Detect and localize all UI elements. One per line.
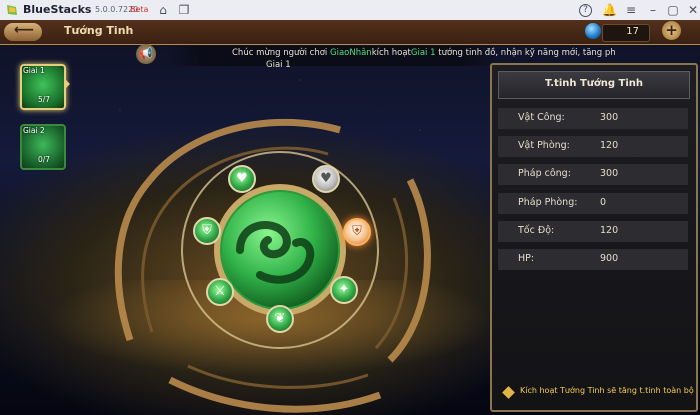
stat-row: Pháp công: 300 [498,164,688,185]
stat-value: 0 [600,197,607,208]
app-channel: Beta [130,5,149,14]
back-arrow-icon: ⟵ [14,22,35,38]
stat-value: 900 [600,253,619,264]
stat-row: Vật Công: 300 [498,108,688,129]
minimize-icon[interactable]: – [646,3,660,17]
tier-label: Giai 1 [23,66,45,75]
stat-value: 120 [600,140,619,151]
stat-label: Pháp Phòng: [518,197,578,208]
bluestacks-logo-icon [7,5,17,15]
multi-instance-icon[interactable]: ❐ [177,3,191,17]
notification-icon[interactable]: 🔔 [602,3,617,17]
stat-value: 300 [600,168,619,179]
stat-label: Pháp công: [518,168,571,179]
constellation-node-3[interactable]: ⛨ [343,218,371,246]
stat-label: Vật Phòng: [518,140,570,151]
stat-label: Vật Công: [518,112,565,123]
constellation-node-5[interactable]: ❦ [266,305,294,333]
tier-progress: 0/7 [38,155,51,164]
tier-progress: 5/7 [38,95,51,104]
constellation-node-4[interactable]: ✦ [330,276,358,304]
notice-text: Chúc mừng người chơi GiaoNhânkích hoạtGi… [232,48,616,58]
stat-value: 120 [600,225,619,236]
constellation-node-2[interactable]: ♥ [312,165,340,193]
stat-row: Tốc Độ: 120 [498,221,688,242]
bluestacks-titlebar: BlueStacks 5.0.0.7220 Beta ⌂ ❐ ? 🔔 ≡ – ▢… [0,0,700,21]
currency-value: 17 [626,26,639,37]
stat-value: 300 [600,112,619,123]
currency-display: 17 [602,24,650,42]
app-title: BlueStacks [23,3,92,16]
panel-title-bar: T.tinh Tướng Tinh [498,71,690,99]
megaphone-icon: 📢 [136,44,156,64]
constellation-node-7[interactable]: ⛨ [193,217,221,245]
tier-label: Giai 2 [23,126,45,135]
stats-panel: T.tinh Tướng Tinh Vật Công: 300 Vật Phòn… [490,63,698,412]
panel-title: T.tinh Tướng Tinh [544,78,644,89]
menu-icon[interactable]: ≡ [624,3,638,17]
notice-text-line2: Giai 1 [266,60,291,70]
stat-row: HP: 900 [498,249,688,270]
page-title: Tướng Tinh [64,24,134,37]
home-icon[interactable]: ⌂ [156,3,170,17]
constellation-node-6[interactable]: ⚔ [206,278,234,306]
game-scene: ♥ ♥ ⛨ ✦ ❦ ⚔ ⛨ ⟵ Tướng Tinh 17 + 📢 Chúc m… [0,20,700,415]
panel-note: Kích hoạt Tướng Tinh sẽ tăng t.tinh toàn… [520,386,694,395]
stat-label: Tốc Độ: [518,225,555,236]
selected-tier-arrow-icon [64,78,70,90]
maximize-icon[interactable]: ▢ [666,3,680,17]
back-button[interactable]: ⟵ [4,22,42,41]
add-currency-button[interactable]: + [662,21,681,40]
stat-label: HP: [518,253,535,264]
stat-row: Vật Phòng: 120 [498,136,688,157]
gem-currency-icon [585,23,601,39]
help-icon[interactable]: ? [579,4,592,17]
stat-row: Pháp Phòng: 0 [498,193,688,214]
constellation-artwork [114,118,431,413]
close-icon[interactable]: ✕ [686,3,700,17]
diamond-bullet-icon [502,386,515,399]
tier-tab-1[interactable]: Giai 1 5/7 [20,64,66,110]
constellation-node-1[interactable]: ♥ [228,165,256,193]
tier-tab-2[interactable]: Giai 2 0/7 [20,124,66,170]
game-header: ⟵ Tướng Tinh 17 + [0,20,700,45]
